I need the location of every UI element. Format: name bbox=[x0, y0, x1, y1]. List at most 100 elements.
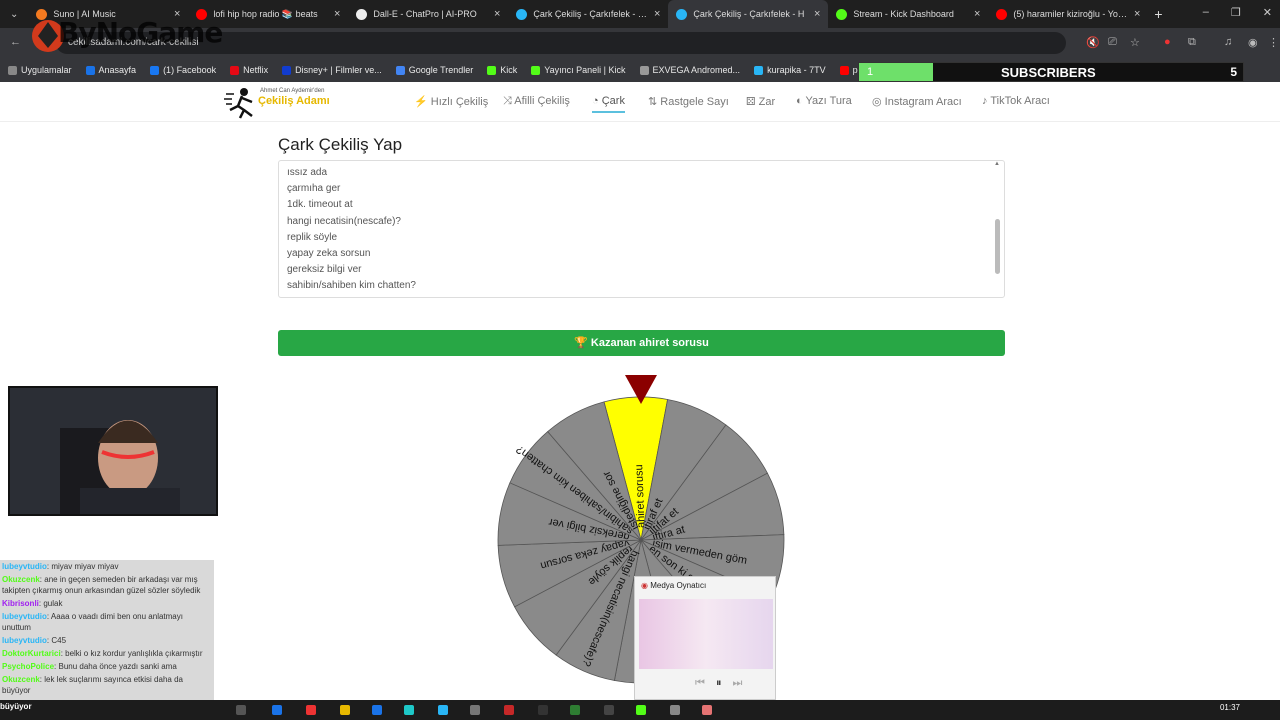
tab-title: Dall-E - ChatPro | AI-PRO bbox=[373, 9, 477, 19]
running-man-icon bbox=[224, 88, 253, 119]
edge-icon[interactable] bbox=[372, 705, 382, 715]
chrome-icon[interactable] bbox=[306, 705, 316, 715]
bookmark-item[interactable]: Yayıncı Paneli | Kick bbox=[531, 65, 626, 75]
browser-tab[interactable]: (5) haramiler kiziroğlu - YouTub × bbox=[988, 0, 1148, 28]
excel-icon[interactable] bbox=[570, 705, 580, 715]
bookmark-item[interactable]: (1) Facebook bbox=[150, 65, 216, 75]
bookmark-label: Anasayfa bbox=[98, 65, 137, 75]
media-player-icon: ◉ bbox=[641, 581, 648, 590]
profile-avatar-icon[interactable]: ◉ bbox=[1248, 36, 1258, 49]
taskbar-app-icon[interactable] bbox=[504, 705, 514, 715]
nav-item[interactable]: ♪ TikTok Aracı bbox=[982, 95, 1050, 107]
logo-text: ByNoGame bbox=[58, 16, 223, 49]
chat-username: DoktorKurtarici bbox=[2, 649, 61, 658]
taskbar: büyüyor 01:37 bbox=[0, 700, 1280, 720]
next-icon[interactable]: ⏭ bbox=[733, 677, 743, 689]
nav-item[interactable]: ◔ Çark bbox=[592, 95, 625, 113]
browser-tab[interactable]: Dall-E - ChatPro | AI-PRO × bbox=[348, 0, 508, 28]
bookmark-item[interactable]: kurapika - 7TV bbox=[754, 65, 826, 75]
menu-kebab-icon[interactable]: ⋮ bbox=[1268, 36, 1279, 49]
bookmark-favicon-icon bbox=[150, 65, 160, 75]
close-tab-icon[interactable]: × bbox=[1134, 8, 1140, 20]
nav-item[interactable]: ◎ Instagram Aracı bbox=[872, 95, 962, 108]
start-icon[interactable] bbox=[236, 705, 246, 715]
media-control-icon[interactable]: ♫ bbox=[1224, 36, 1232, 48]
browser-tab[interactable]: Stream - Kick Dashboard × bbox=[828, 0, 988, 28]
media-video-preview[interactable] bbox=[639, 599, 773, 669]
bookmark-item[interactable]: Netflix bbox=[230, 65, 268, 75]
nav-label: Rastgele Sayı bbox=[660, 96, 729, 108]
entry-line: replik söyle bbox=[287, 231, 338, 243]
folder-icon[interactable] bbox=[340, 705, 350, 715]
minimize-icon[interactable]: – bbox=[1203, 6, 1209, 19]
tab-favicon-icon bbox=[356, 8, 368, 20]
chat-ticker: büyüyor bbox=[0, 702, 32, 711]
extensions-puzzle-icon[interactable]: ⧉ bbox=[1188, 36, 1196, 49]
new-tab-icon[interactable]: + bbox=[1154, 6, 1162, 22]
bookmark-item[interactable]: EXVEGA Andromed... bbox=[639, 65, 740, 75]
nav-item[interactable]: ◐ Yazı Tura bbox=[796, 95, 852, 107]
close-tab-icon[interactable]: × bbox=[334, 8, 340, 20]
textarea-scrollbar[interactable]: ▲ bbox=[992, 161, 1002, 297]
close-tab-icon[interactable]: × bbox=[654, 8, 660, 20]
bookmark-item[interactable]: Google Trendler bbox=[395, 65, 474, 75]
tab-search-icon[interactable]: ⌄ bbox=[0, 9, 28, 20]
scroll-up-icon[interactable]: ▲ bbox=[994, 161, 1000, 167]
bookmark-item[interactable]: Anasayfa bbox=[85, 65, 137, 75]
chat-text: : gulak bbox=[38, 599, 63, 608]
taskbar-app-icon[interactable] bbox=[538, 705, 548, 715]
chat-message: lubeyvtudio: Aaaa o vaadı dimi ben onu a… bbox=[0, 610, 214, 634]
nav-item[interactable]: ⇅ Rastgele Sayı bbox=[648, 95, 729, 108]
scroll-thumb[interactable] bbox=[995, 219, 1000, 274]
streamer-webcam-image bbox=[10, 388, 216, 514]
nav-item[interactable]: ⚄ Zar bbox=[746, 95, 775, 108]
restore-icon[interactable]: ❐ bbox=[1231, 6, 1241, 19]
taskbar-app-icon[interactable] bbox=[670, 705, 680, 715]
mute-icon[interactable]: 🔇 bbox=[1086, 36, 1100, 49]
clock: 01:37 bbox=[1219, 703, 1240, 712]
chat-message: Kibrisonli: gulak bbox=[0, 597, 214, 610]
kick-icon[interactable] bbox=[636, 705, 646, 715]
browser-tab[interactable]: Çark Çekiliş - Çarkıfelek - Hızlı × bbox=[508, 0, 668, 28]
nav-item[interactable]: ⤨ Afilli Çekiliş bbox=[503, 95, 570, 108]
bookmark-item[interactable]: Uygulamalar bbox=[8, 65, 72, 75]
entries-textarea[interactable]: ıssız ada çarmıha ger 1dk. timeout at hangi… bbox=[278, 160, 1005, 298]
entry-line: çarmıha ger bbox=[287, 183, 341, 195]
extension-icon[interactable]: ● bbox=[1164, 36, 1171, 48]
bookmark-favicon-icon bbox=[754, 65, 764, 75]
taskbar-app-icon[interactable] bbox=[470, 705, 480, 715]
subscribers-goal-bar: 1 SUBSCRIBERS 5 bbox=[858, 62, 1244, 82]
close-tab-icon[interactable]: × bbox=[974, 8, 980, 20]
nav-label: Hızlı Çekiliş bbox=[430, 96, 489, 108]
media-player-window[interactable]: ◉ Medya Oynatıcı ⏮ ⏸ ⏭ bbox=[634, 576, 776, 700]
close-window-icon[interactable]: ✕ bbox=[1263, 6, 1272, 19]
previous-icon[interactable]: ⏮ bbox=[695, 677, 705, 689]
back-icon[interactable]: ← bbox=[10, 36, 21, 48]
taskbar-app-icon[interactable] bbox=[604, 705, 614, 715]
close-tab-icon[interactable]: × bbox=[814, 8, 820, 20]
obs-icon[interactable] bbox=[702, 705, 712, 715]
bookmark-item[interactable]: Kick bbox=[487, 65, 517, 75]
bookmark-item[interactable]: Disney+ | Filmler ve... bbox=[282, 65, 382, 75]
star-icon[interactable]: ☆ bbox=[1130, 36, 1140, 49]
entry-line: hangi necatisin(nescafe)? bbox=[287, 215, 401, 227]
subscribers-current: 1 bbox=[867, 66, 874, 78]
site-navbar: ⚡ Hızlı Çekiliş ⤨ Afilli Çekiliş ◔ Çark ⇅ R… bbox=[0, 82, 1280, 122]
taskbar-app-icon[interactable] bbox=[404, 705, 414, 715]
entry-line: sahibin/sahiben kim chatten? bbox=[287, 280, 416, 292]
tab-favicon-icon bbox=[996, 8, 1008, 20]
taskbar-app-icon[interactable] bbox=[272, 705, 282, 715]
bookmark-label: Google Trendler bbox=[408, 65, 474, 75]
site-logo[interactable]: Ahmet Can Aydemir'den Çekiliş Adamı bbox=[224, 86, 334, 120]
browser-tab[interactable]: Çark Çekiliş - Çarkıfelek - H × bbox=[668, 0, 829, 28]
bookmark-label: Kick bbox=[500, 65, 518, 75]
taskbar-app-icon[interactable] bbox=[438, 705, 448, 715]
nav-label: Afilli Çekiliş bbox=[514, 95, 570, 107]
chat-overlay: lubeyvtudio: miyav miyav miyav Okuzcenk: … bbox=[0, 560, 214, 708]
nav-item[interactable]: ⚡ Hızlı Çekiliş bbox=[414, 95, 488, 108]
pause-icon[interactable]: ⏸ bbox=[716, 677, 722, 689]
close-tab-icon[interactable]: × bbox=[494, 8, 500, 20]
nav-label: Yazı Tura bbox=[805, 95, 852, 107]
cast-icon[interactable]: ⎚ bbox=[1108, 36, 1117, 49]
winner-button[interactable]: 🏆 Kazanan ahiret sorusu bbox=[278, 330, 1005, 356]
